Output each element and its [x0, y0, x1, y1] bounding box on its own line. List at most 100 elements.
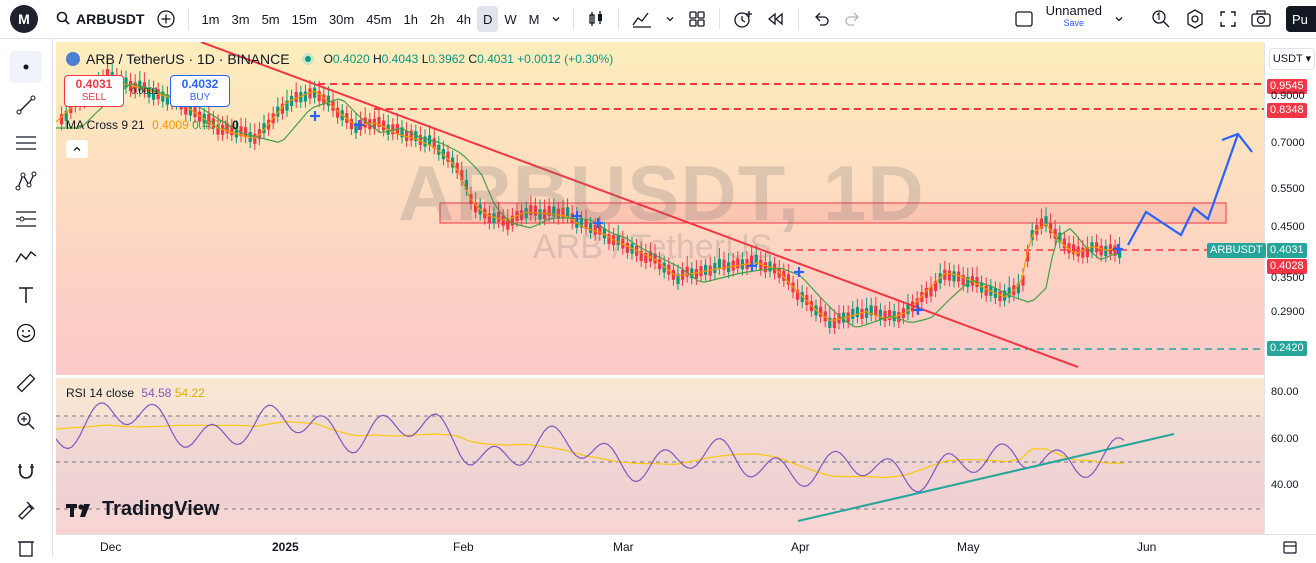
ma-cross-legend[interactable]: MA Cross 9 21 0.4009 0.4071 0 [66, 118, 239, 132]
close-label: C [468, 52, 478, 66]
time-label: May [957, 540, 980, 554]
redo-icon[interactable] [837, 6, 869, 32]
currency-label: USDT [1272, 53, 1303, 65]
snapshot-camera-icon[interactable] [1244, 6, 1278, 32]
time-axis[interactable]: Dec 2025 Feb Mar Apr May Jun [56, 534, 1316, 558]
candle-body [1104, 246, 1108, 257]
price-axis[interactable]: USDT ▾ 0.9545 0.9000 0.8348 0.7000 0.550… [1264, 42, 1316, 534]
time-label: Mar [613, 540, 634, 554]
rsi-legend[interactable]: RSI 14 close 54.58 54.22 [66, 386, 205, 400]
search-icon [56, 11, 70, 28]
candles-style-icon[interactable] [580, 6, 612, 32]
pattern-icon[interactable] [10, 165, 42, 197]
divider [573, 8, 575, 30]
sell-button[interactable]: 0.4031 SELL [64, 75, 124, 107]
ohlc-values: O0.4020 H0.4043 L0.3962 C0.4031 +0.0012 … [324, 52, 614, 66]
fullscreen-icon[interactable] [1212, 6, 1244, 32]
price-tick: 0.9000 [1271, 90, 1305, 102]
divider [188, 8, 190, 30]
alert-clock-icon[interactable] [726, 6, 760, 32]
sell-price: 0.4031 [75, 77, 113, 91]
layout-save-status: Save [1063, 18, 1085, 28]
price-tick: 0.2900 [1271, 306, 1305, 318]
indicators-dropdown-icon[interactable] [659, 6, 681, 32]
candle-body [952, 271, 956, 282]
buy-button[interactable]: 0.4032 BUY [170, 75, 230, 107]
rsi-pane[interactable] [56, 378, 1264, 534]
open-value: 0.4020 [332, 52, 370, 66]
interval-45m[interactable]: 45m [360, 6, 397, 32]
candle-body [947, 270, 951, 281]
publish-button[interactable]: Pu [1286, 6, 1316, 32]
symbol-title[interactable]: ARB / TetherUS · 1D · BINANCE [86, 51, 290, 67]
divider [719, 8, 721, 30]
tradingview-wordmark: TradingView [102, 498, 220, 520]
layout-checkbox-icon[interactable] [1008, 6, 1040, 32]
trend-line-icon[interactable] [10, 89, 42, 121]
interval-1h[interactable]: 1h [398, 6, 424, 32]
layout-name[interactable]: Unnamed Save [1040, 4, 1108, 34]
candle-body [1099, 245, 1103, 256]
interval-30m[interactable]: 30m [323, 6, 360, 32]
brush-icon[interactable] [10, 241, 42, 273]
interval-3m[interactable]: 3m [226, 6, 256, 32]
low-value: 0.3962 [428, 52, 466, 66]
rsi-tick: 80.00 [1271, 386, 1299, 398]
settings-gear-icon[interactable] [1178, 6, 1212, 32]
interval-M[interactable]: M [523, 6, 546, 32]
tradingview-logo[interactable]: TradingView [66, 498, 219, 521]
interval-5m[interactable]: 5m [256, 6, 286, 32]
collapse-legend-button[interactable] [66, 140, 88, 158]
ruler-icon[interactable] [10, 367, 42, 399]
currency-selector[interactable]: USDT ▾ [1269, 48, 1315, 70]
quick-search-icon[interactable] [1144, 6, 1178, 32]
price-tick: 0.3500 [1271, 272, 1305, 284]
undo-icon[interactable] [805, 6, 837, 32]
price-tick: 0.4500 [1271, 221, 1305, 233]
interval-dropdown-icon[interactable] [545, 6, 567, 32]
change-value: +0.0012 (+0.30%) [517, 52, 614, 66]
rsi-ma-value: 54.22 [174, 386, 205, 400]
candle-body [897, 312, 901, 323]
replay-icon[interactable] [760, 6, 792, 32]
indicators-icon[interactable] [625, 6, 659, 32]
open-label: O [323, 52, 333, 66]
cursor-dot-icon[interactable] [10, 51, 42, 83]
ma-fast-value: 0.4009 [152, 118, 189, 132]
compare-add-icon[interactable] [150, 6, 182, 32]
app-logo[interactable]: M [10, 5, 38, 33]
layouts-grid-icon[interactable] [681, 6, 713, 32]
emoji-icon[interactable] [10, 317, 42, 349]
symbol-circle-icon [66, 52, 80, 66]
interval-15m[interactable]: 15m [286, 6, 323, 32]
symbol-name: ARBUSDT [76, 11, 145, 27]
rsi-name: RSI 14 close [66, 386, 135, 400]
candle-body [855, 307, 859, 318]
trash-icon[interactable] [10, 531, 42, 563]
divider [798, 8, 800, 30]
time-label: Dec [100, 540, 122, 554]
price-tick: 0.7000 [1271, 137, 1305, 149]
interval-W[interactable]: W [498, 6, 522, 32]
buy-label: BUY [189, 92, 211, 103]
tradingview-mark-icon [66, 503, 90, 517]
interval-1m[interactable]: 1m [195, 6, 225, 32]
layout-dropdown-icon[interactable] [1108, 6, 1130, 32]
text-tool-icon[interactable] [10, 279, 42, 311]
interval-4h[interactable]: 4h [450, 6, 476, 32]
close-value: 0.4031 [477, 52, 514, 66]
lock-drawings-icon[interactable] [10, 493, 42, 525]
interval-2h[interactable]: 2h [424, 6, 450, 32]
symbol-watermark-description: ARB / TetherUS [533, 228, 773, 266]
rsi-value: 54.58 [141, 386, 172, 400]
candle-body [819, 306, 823, 317]
symbol-search[interactable]: ARBUSDT [50, 6, 150, 32]
zoom-in-icon[interactable] [10, 405, 42, 437]
fib-retracement-icon[interactable] [10, 203, 42, 235]
forecast-path [1127, 133, 1240, 246]
magnet-icon[interactable] [10, 455, 42, 487]
interval-D[interactable]: D [476, 6, 499, 32]
goto-date-icon[interactable] [1282, 539, 1298, 558]
horizontal-lines-icon[interactable] [10, 127, 42, 159]
drawing-toolbar [0, 39, 53, 557]
